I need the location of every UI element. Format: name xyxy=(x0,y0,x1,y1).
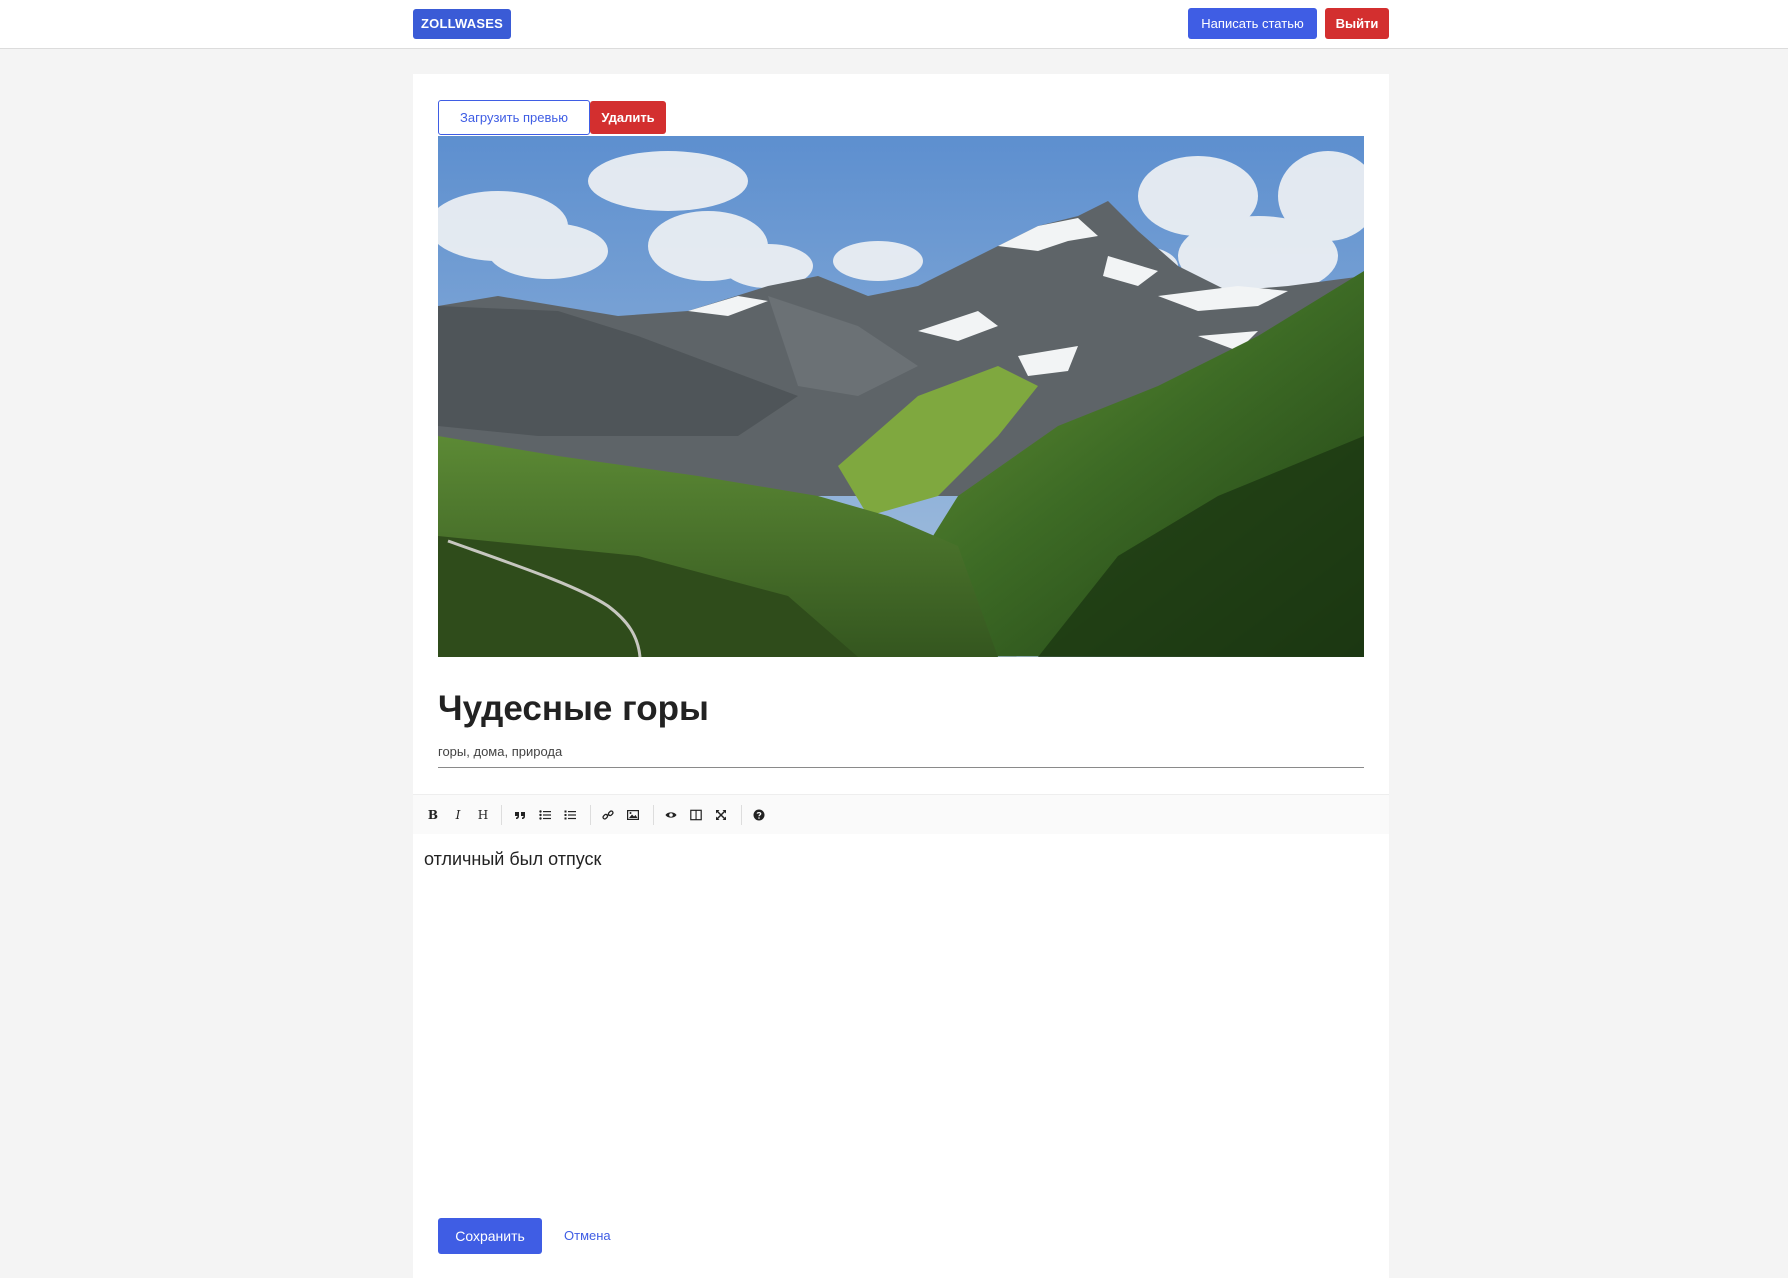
top-navbar: ZOLLWASES Написать статью Выйти xyxy=(0,0,1788,49)
cancel-link[interactable]: Отмена xyxy=(564,1218,611,1254)
italic-icon[interactable]: I xyxy=(449,806,467,824)
mountain-landscape-image xyxy=(438,136,1364,657)
side-by-side-icon[interactable] xyxy=(687,806,705,824)
toolbar-separator xyxy=(501,805,502,825)
heading-icon[interactable]: H xyxy=(474,806,492,824)
delete-preview-button[interactable]: Удалить xyxy=(590,101,666,134)
toolbar-separator xyxy=(653,805,654,825)
preview-image xyxy=(438,136,1364,657)
write-article-button[interactable]: Написать статью xyxy=(1188,8,1317,39)
fullscreen-icon[interactable] xyxy=(712,806,730,824)
markdown-toolbar: B I H xyxy=(413,794,1389,834)
upload-preview-button[interactable]: Загрузить превью xyxy=(438,100,590,135)
save-button[interactable]: Сохранить xyxy=(438,1218,542,1254)
toolbar-separator xyxy=(741,805,742,825)
article-body-editor[interactable]: отличный был отпуск xyxy=(424,849,1374,1249)
quote-icon[interactable] xyxy=(511,806,529,824)
unordered-list-icon[interactable] xyxy=(536,806,554,824)
preview-icon[interactable] xyxy=(662,806,680,824)
tags-input[interactable]: горы, дома, природа xyxy=(438,744,1364,768)
ordered-list-icon[interactable] xyxy=(561,806,579,824)
link-icon[interactable] xyxy=(599,806,617,824)
bold-icon[interactable]: B xyxy=(424,806,442,824)
image-icon[interactable] xyxy=(624,806,642,824)
toolbar-separator xyxy=(590,805,591,825)
article-editor-card: Загрузить превью Удалить Чудесные горы г… xyxy=(413,74,1389,1278)
article-title-input[interactable]: Чудесные горы xyxy=(438,689,1364,729)
logout-button[interactable]: Выйти xyxy=(1325,8,1389,39)
help-icon[interactable] xyxy=(750,806,768,824)
site-logo[interactable]: ZOLLWASES xyxy=(413,9,511,39)
